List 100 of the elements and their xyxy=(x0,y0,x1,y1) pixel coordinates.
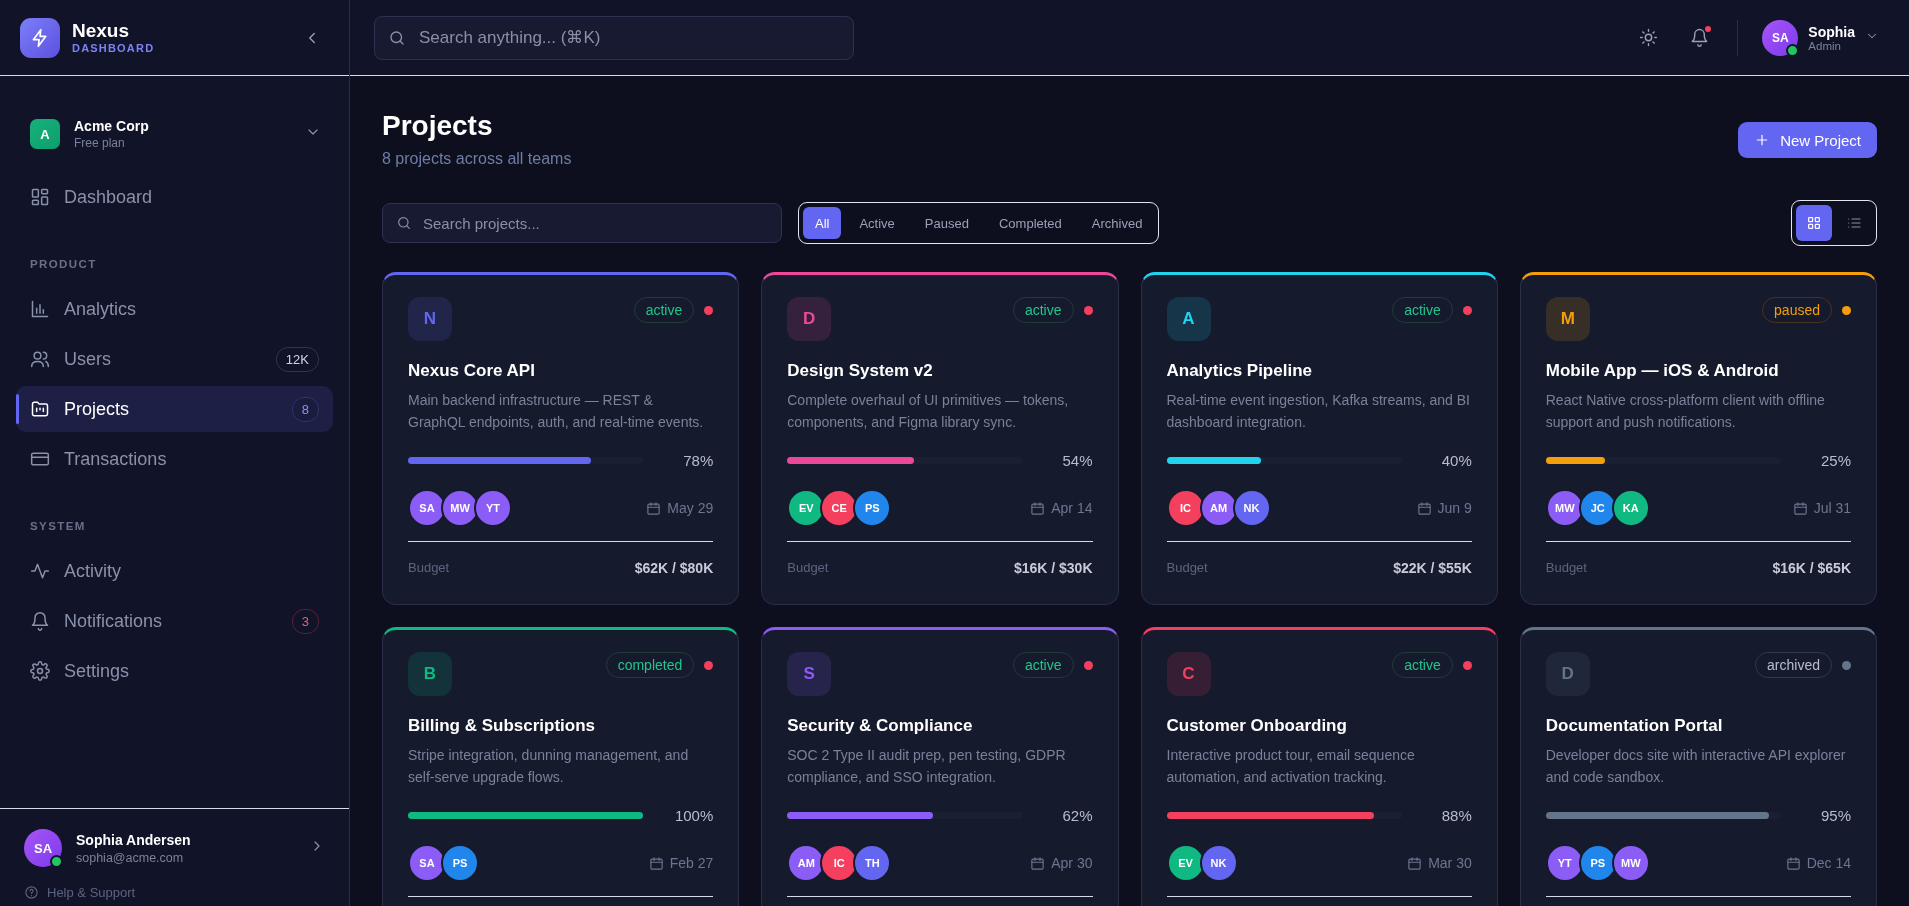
project-title: Security & Compliance xyxy=(787,716,974,736)
calendar-icon xyxy=(1785,855,1801,871)
project-title: Billing & Subscriptions xyxy=(408,716,596,736)
member-avatar: PS xyxy=(1578,844,1617,882)
user-role: Admin xyxy=(1808,39,1841,52)
nav-item[interactable]: Notifications 3 xyxy=(16,598,333,644)
calendar-icon xyxy=(646,500,662,516)
due-date: Apr 30 xyxy=(1051,855,1093,871)
progress-percent: 54% xyxy=(1061,452,1093,469)
search-field[interactable]: Search anything... (⌘K) xyxy=(374,15,854,60)
project-initial-tile: A xyxy=(1166,297,1211,341)
project-card[interactable]: M paused Mobile App — iOS & Android React Native cross-platform client with offline support and push notifications. 25% MW JC KA Jul 31 Budget $16K / $65K xyxy=(1519,272,1877,605)
progress-percent: 25% xyxy=(1819,452,1851,469)
calendar-icon xyxy=(1416,500,1432,516)
project-description: Stripe integration, dunning management, and self-serve upgrade flows. xyxy=(408,746,690,788)
budget-label: Budget xyxy=(1166,560,1208,576)
project-initial-tile: N xyxy=(408,297,452,341)
brand-tagline: DASHBOARD xyxy=(72,41,155,54)
budget-value: $22K / $55K xyxy=(1393,560,1472,576)
budget-value: $16K / $65K xyxy=(1772,560,1851,576)
project-card[interactable]: A active Analytics Pipeline Real-time event ingestion, Kafka streams, and BI dashboard integration. 40% IC AM NK Jun 9 Budget $22K / $55K xyxy=(1140,272,1498,605)
member-avatar: TH xyxy=(853,844,892,882)
dashboard-icon xyxy=(30,187,50,207)
member-avatar: MW xyxy=(1611,844,1650,882)
help-icon xyxy=(24,885,39,900)
project-initial-tile: B xyxy=(408,652,452,696)
progress-percent: 78% xyxy=(682,452,714,469)
user-avatar: SA xyxy=(24,829,62,867)
due-date: Mar 30 xyxy=(1428,855,1472,871)
due-date: May 29 xyxy=(667,500,714,516)
calendar-icon xyxy=(1030,500,1046,516)
progress-percent: 62% xyxy=(1061,807,1093,824)
progress-percent: 88% xyxy=(1440,807,1472,824)
nav-item[interactable]: Activity xyxy=(16,548,333,594)
project-title: Customer Onboarding xyxy=(1166,716,1348,736)
progress-percent: 100% xyxy=(673,807,714,824)
calendar-icon xyxy=(1792,500,1808,516)
project-card[interactable]: C active Customer Onboarding Interactive product tour, email sequence automation, and activation tracking. 88% EV NK Mar 30 xyxy=(1140,627,1498,906)
credit-card-icon xyxy=(30,449,50,469)
due-date: Jul 31 xyxy=(1813,500,1851,516)
brand-name: Nexus xyxy=(72,21,131,42)
project-title: Nexus Core API xyxy=(408,361,536,381)
member-avatar: EV xyxy=(1166,844,1205,882)
due-date: Feb 27 xyxy=(669,855,714,871)
filter-tab[interactable]: Paused xyxy=(912,207,981,239)
project-description: Main backend infrastructure — REST & GraphQL endpoints, auth, and real-time events. xyxy=(408,391,705,433)
lightning-logo-icon xyxy=(20,17,60,58)
nav-item[interactable]: Analytics xyxy=(16,286,333,332)
project-initial-tile: S xyxy=(787,652,832,696)
project-title: Mobile App — iOS & Android xyxy=(1545,361,1780,381)
progress-percent: 95% xyxy=(1819,807,1851,824)
project-card[interactable]: S active Security & Compliance SOC 2 Type II audit prep, pen testing, GDPR compliance, and SSO integration. 62% AM IC TH Apr 30 xyxy=(761,627,1119,906)
nav-item[interactable]: Transactions xyxy=(16,436,333,482)
grid-icon xyxy=(1806,215,1822,231)
count-badge: 8 xyxy=(291,396,319,422)
member-avatar: NK xyxy=(1199,844,1238,882)
page-subtitle: 8 projects across all teams xyxy=(382,150,572,168)
count-badge: 3 xyxy=(291,608,319,634)
member-avatar: NK xyxy=(1232,489,1271,527)
search-field[interactable]: Search projects... xyxy=(382,203,782,243)
settings-icon xyxy=(30,661,50,681)
nav-item[interactable]: Projects 8 xyxy=(16,386,333,432)
member-avatar: MW xyxy=(1545,489,1584,527)
project-card[interactable]: B completed Billing & Subscriptions Stripe integration, dunning management, and self-serve upgrade flows. 100% SA PS Feb 27 xyxy=(382,627,740,906)
filter-tab[interactable]: Archived xyxy=(1079,207,1155,239)
bell-icon xyxy=(30,611,50,631)
project-card[interactable]: N active Nexus Core API Main backend infrastructure — REST & GraphQL endpoints, auth, and real-time events. 78% SA MW YT May 29 Budget $62K / $80K xyxy=(382,272,740,605)
member-avatar: KA xyxy=(1611,489,1650,527)
nav-item[interactable]: Users 12K xyxy=(16,336,333,382)
nav-item[interactable]: Dashboard xyxy=(16,174,333,220)
count-badge: 12K xyxy=(275,346,319,372)
budget-label: Budget xyxy=(787,560,829,576)
project-title: Documentation Portal xyxy=(1545,716,1724,736)
filter-tab[interactable]: Completed xyxy=(986,207,1074,239)
bell-icon xyxy=(1690,28,1710,47)
member-avatar: YT xyxy=(1545,844,1584,882)
project-description: Interactive product tour, email sequence automation, and activation tracking. xyxy=(1166,746,1416,788)
member-avatar: PS xyxy=(853,489,892,527)
filter-tab[interactable]: Active xyxy=(847,207,907,239)
filter-tab[interactable]: All xyxy=(803,207,842,239)
progress-percent: 40% xyxy=(1440,452,1472,469)
project-card[interactable]: D active Design System v2 Complete overhaul of UI primitives — tokens, components, and Figma library sync. 54% EV CE PS Apr 14 Budget $16K / $30K xyxy=(761,272,1119,605)
user-name: Sophia xyxy=(1808,23,1855,40)
new-project-button[interactable]: New Project xyxy=(1738,122,1877,158)
project-description: Developer docs site with interactive API explorer and code sandbox. xyxy=(1545,746,1847,788)
member-avatar: SA xyxy=(408,489,446,527)
member-avatar: SA xyxy=(408,844,446,882)
sun-icon xyxy=(1639,28,1659,47)
member-avatar: JC xyxy=(1578,489,1617,527)
grid-view-button[interactable] xyxy=(1796,205,1832,241)
activity-icon xyxy=(30,561,50,581)
project-title: Analytics Pipeline xyxy=(1166,361,1313,381)
section-heading: SYSTEM xyxy=(30,520,87,532)
section-heading: PRODUCT xyxy=(30,258,98,270)
member-avatar: AM xyxy=(1199,489,1238,527)
due-date: Apr 14 xyxy=(1051,500,1093,516)
project-card[interactable]: D archived Documentation Portal Developer docs site with interactive API explorer and code sandbox. 95% YT PS MW Dec 14 xyxy=(1519,627,1877,906)
nav-item[interactable]: Settings xyxy=(16,648,333,694)
user-email: sophia@acme.com xyxy=(76,850,185,865)
budget-label: Budget xyxy=(1545,560,1587,576)
